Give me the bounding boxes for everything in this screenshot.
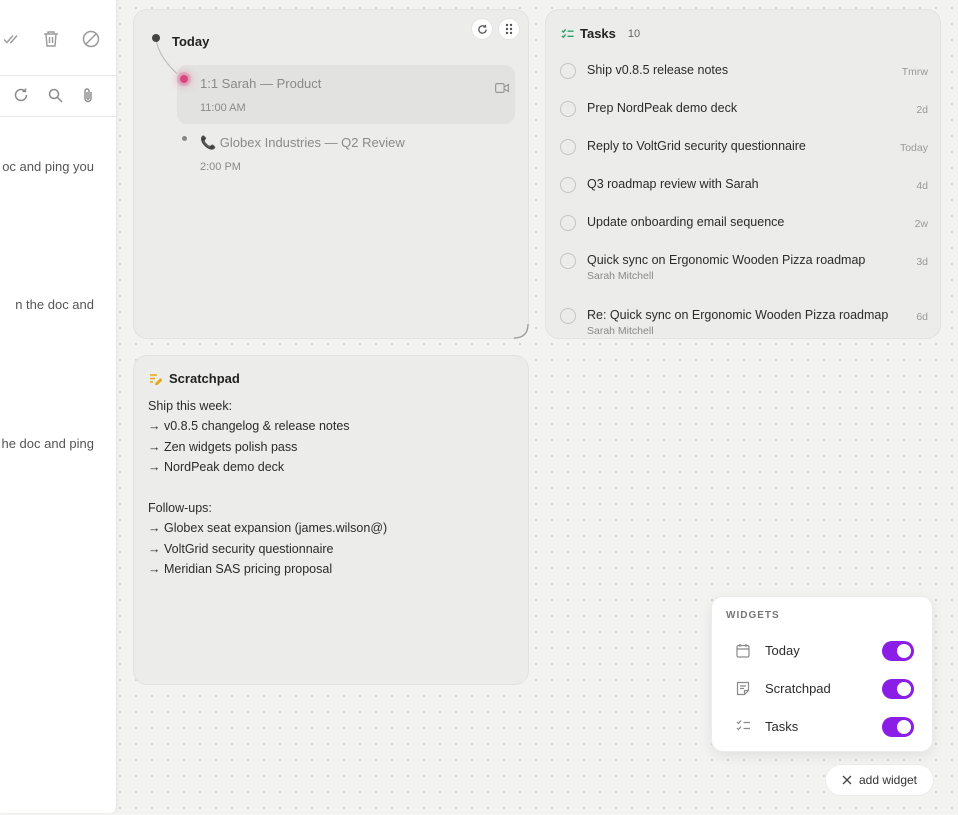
today-title: Today <box>172 34 210 49</box>
add-widget-button[interactable]: add widget <box>825 764 934 796</box>
task-label[interactable]: Quick sync on Ergonomic Wooden Pizza roa… <box>587 253 865 267</box>
event-time: 2:00 PM <box>200 161 241 173</box>
task-assignee: Sarah Mitchell <box>587 270 654 282</box>
block-icon[interactable] <box>81 29 101 49</box>
scratchpad-line: → Meridian SAS pricing proposal <box>148 562 333 577</box>
today-widget: Today 1:1 Sarah — Product 11:00 AM 📞 Glo… <box>133 9 529 339</box>
task-due: 3d <box>916 256 928 268</box>
checklist-icon <box>561 28 574 39</box>
note-icon <box>736 681 752 697</box>
event-title[interactable]: 1:1 Sarah — Product <box>200 76 321 91</box>
scratchpad-line: Ship this week: <box>148 399 233 413</box>
toggle-knob <box>897 644 911 658</box>
tasks-header: Tasks 10 <box>561 26 640 41</box>
today-toggle[interactable] <box>882 641 914 661</box>
close-icon <box>842 775 852 785</box>
widget-toggle-row-today[interactable]: Today <box>726 639 924 663</box>
task-due: 2d <box>916 104 928 116</box>
drag-grip-icon <box>505 23 513 35</box>
widget-label: Tasks <box>765 719 799 734</box>
task-label[interactable]: Update onboarding email sequence <box>587 215 784 229</box>
mail-snippet[interactable]: n the doc and <box>15 297 94 312</box>
task-label[interactable]: Ship v0.8.5 release notes <box>587 63 728 77</box>
scratchpad-line: → Zen widgets polish pass <box>148 439 298 454</box>
refresh-icon <box>477 24 487 34</box>
scratchpad-line: → v0.8.5 changelog & release notes <box>148 419 350 434</box>
check-all-icon[interactable] <box>2 29 22 49</box>
tasks-widget: Tasks 10 Ship v0.8.5 release notes Tmrw … <box>545 9 941 339</box>
task-due: 2w <box>914 218 928 230</box>
tasks-toggle[interactable] <box>882 717 914 737</box>
scratchpad-editor[interactable]: Ship this week: → v0.8.5 changelog & rel… <box>148 396 508 580</box>
event-card-active[interactable] <box>177 65 515 124</box>
timeline-dot <box>182 136 187 141</box>
checklist-icon <box>736 719 752 735</box>
widgets-menu: WIDGETS Today Scratchpad Tasks <box>711 596 933 752</box>
refresh-button[interactable] <box>471 18 493 40</box>
drag-handle-button[interactable] <box>498 18 520 40</box>
task-checkbox[interactable] <box>560 139 576 155</box>
timeline-dot <box>152 34 160 42</box>
note-edit-icon <box>150 373 162 385</box>
search-icon[interactable] <box>46 86 64 104</box>
mail-secondary-toolbar <box>0 76 116 117</box>
task-due: 6d <box>916 311 928 323</box>
scratchpad-line: → NordPeak demo deck <box>148 460 285 475</box>
scratchpad-toggle[interactable] <box>882 679 914 699</box>
calendar-icon <box>736 643 752 659</box>
task-assignee: Sarah Mitchell <box>587 325 654 337</box>
event-time: 11:00 AM <box>200 102 246 114</box>
task-due: 4d <box>916 180 928 192</box>
task-label[interactable]: Q3 roadmap review with Sarah <box>587 177 759 191</box>
scratchpad-line: → Globex seat expansion (james.wilson@) <box>148 521 388 536</box>
task-label[interactable]: Prep NordPeak demo deck <box>587 101 737 115</box>
toggle-knob <box>897 720 911 734</box>
paperclip-icon[interactable] <box>79 86 97 104</box>
mail-snippet[interactable]: oc and ping you <box>2 159 94 174</box>
mail-panel: oc and ping you n the doc and he doc and… <box>0 0 117 813</box>
scratchpad-line: Follow-ups: <box>148 500 212 515</box>
widget-label: Scratchpad <box>765 681 831 696</box>
event-title[interactable]: 📞 Globex Industries — Q2 Review <box>200 135 405 151</box>
widget-label: Today <box>765 643 800 658</box>
task-checkbox[interactable] <box>560 101 576 117</box>
video-call-icon[interactable] <box>495 80 509 98</box>
task-label[interactable]: Re: Quick sync on Ergonomic Wooden Pizza… <box>587 308 888 322</box>
widgets-heading: WIDGETS <box>726 610 780 621</box>
task-checkbox[interactable] <box>560 253 576 269</box>
widget-toggle-row-scratchpad[interactable]: Scratchpad <box>726 677 924 701</box>
event-now-indicator <box>180 75 188 83</box>
task-label[interactable]: Reply to VoltGrid security questionnaire <box>587 139 806 153</box>
tasks-title: Tasks <box>580 26 616 41</box>
trash-icon[interactable] <box>41 29 61 49</box>
scratchpad-line <box>148 478 508 498</box>
toggle-knob <box>897 682 911 696</box>
refresh-icon[interactable] <box>12 86 30 104</box>
task-checkbox[interactable] <box>560 177 576 193</box>
mail-snippet[interactable]: he doc and ping <box>1 436 94 451</box>
scratchpad-title: Scratchpad <box>169 371 240 386</box>
task-due: Today <box>899 142 928 154</box>
task-checkbox[interactable] <box>560 63 576 79</box>
scratchpad-widget: Scratchpad Ship this week: → v0.8.5 chan… <box>133 355 529 685</box>
tasks-count-badge: 10 <box>627 27 641 40</box>
add-widget-label: add widget <box>858 773 918 787</box>
task-checkbox[interactable] <box>560 308 576 324</box>
task-checkbox[interactable] <box>560 215 576 231</box>
scratchpad-line: → VoltGrid security questionnaire <box>148 541 334 556</box>
resize-handle[interactable] <box>509 319 529 339</box>
scratchpad-header: Scratchpad <box>149 371 240 386</box>
task-due: Tmrw <box>901 66 928 78</box>
mail-action-toolbar <box>0 0 116 76</box>
widget-toggle-row-tasks[interactable]: Tasks <box>726 715 924 739</box>
